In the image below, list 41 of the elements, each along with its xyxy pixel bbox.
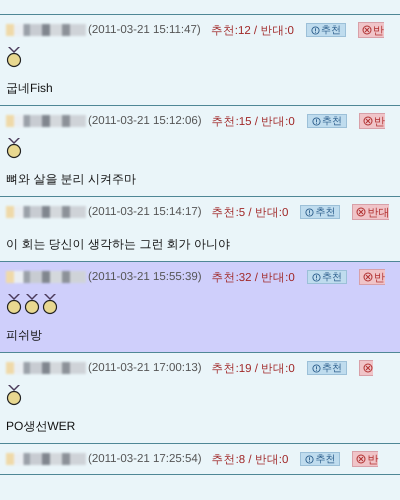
comment-date: (2011-03-21 17:25:54) xyxy=(88,453,202,465)
oppose-button[interactable]: 반 xyxy=(358,269,385,285)
close-icon xyxy=(362,272,373,282)
alert-icon xyxy=(312,116,321,126)
recommend-button[interactable]: 추천 xyxy=(306,361,347,375)
close-icon xyxy=(362,25,372,35)
recommend-button[interactable]: 추천 xyxy=(306,23,346,37)
oppose-button[interactable]: 반 xyxy=(358,113,385,129)
comment-text: 피쉬방 xyxy=(6,326,42,344)
comment-date: (2011-03-21 15:55:39) xyxy=(88,271,202,283)
oppose-button[interactable]: 반대 xyxy=(352,204,390,220)
oppose-button[interactable]: 반 xyxy=(358,22,384,38)
oppose-button[interactable] xyxy=(358,360,373,376)
comment-date: (2011-03-21 15:14:17) xyxy=(88,206,202,218)
vote-count: 추천:8 / 반대:0 xyxy=(212,452,288,466)
vote-count: 추천:12 / 반대:0 xyxy=(210,24,294,38)
recommend-button[interactable]: 추천 xyxy=(300,205,340,219)
comment-date: (2011-03-21 15:12:06) xyxy=(88,115,202,127)
comment-text: 뼈와 살을 분리 시켜주마 xyxy=(6,170,136,188)
comment-date: (2011-03-21 17:00:13) xyxy=(88,362,202,374)
close-icon xyxy=(362,116,373,126)
vote-count: 추천:32 / 반대:0 xyxy=(212,270,295,284)
close-icon xyxy=(356,207,366,217)
oppose-button[interactable]: 반 xyxy=(352,451,378,467)
alert-icon xyxy=(312,272,321,282)
vote-count: 추천:15 / 반대:0 xyxy=(212,114,295,128)
alert-icon xyxy=(305,454,314,464)
vote-count: 추천:5 / 반대:0 xyxy=(212,206,288,220)
vote-count: 추천:19 / 반대:0 xyxy=(212,362,295,376)
recommend-button[interactable]: 추천 xyxy=(300,452,340,466)
recommend-button[interactable]: 추천 xyxy=(306,270,347,284)
alert-icon xyxy=(305,208,314,216)
close-icon xyxy=(356,454,366,464)
comment-text: PO생선WER xyxy=(6,418,76,434)
comment-text: 이 회는 당신이 생각하는 그런 회가 아니야 xyxy=(6,236,230,252)
comment-date: (2011-03-21 15:11:47) xyxy=(88,24,201,36)
alert-icon xyxy=(312,364,321,372)
close-icon xyxy=(362,363,373,373)
alert-icon xyxy=(310,26,320,34)
comment-text: 굽네Fish xyxy=(6,80,53,96)
recommend-button[interactable]: 추천 xyxy=(306,114,347,128)
